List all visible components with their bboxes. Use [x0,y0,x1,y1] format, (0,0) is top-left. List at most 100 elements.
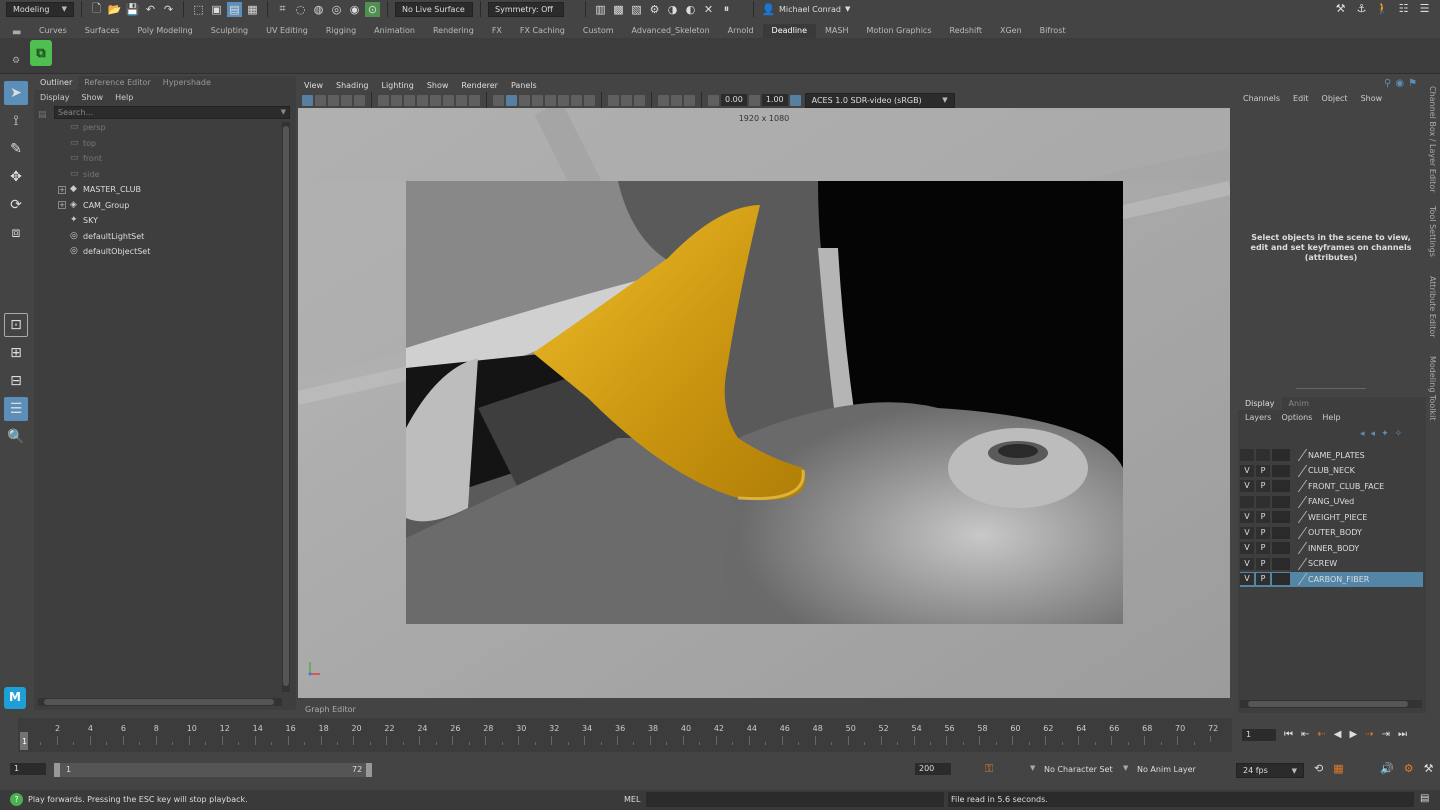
script-editor-icon[interactable]: ▤ [1420,793,1429,804]
viewport-menu-panels[interactable]: Panels [511,81,537,90]
exposure-icon[interactable] [708,94,719,106]
outliner-item[interactable]: + ◈ CAM_Group [44,198,296,214]
ipr-render-icon[interactable]: ▧ [629,2,644,17]
tab-outliner[interactable]: Outliner [34,76,79,90]
outliner-scroll-thumb[interactable] [283,126,289,686]
render-view-icon[interactable]: ▥ [593,2,608,17]
user-account-dropdown[interactable]: Michael Conrad ▼ [779,5,850,14]
xray-joints-icon[interactable] [634,94,645,106]
save-scene-icon[interactable]: 💾 [125,2,140,17]
layer-hscrollbar[interactable] [1240,700,1422,708]
select-hierarchy-icon[interactable]: ⬚ [191,2,206,17]
settings-icon[interactable]: ⚒ [1424,762,1434,775]
go-to-start-icon[interactable]: ⏮ [1284,729,1293,740]
shelf-tab[interactable]: Sculpting [202,24,257,38]
snap-live-icon[interactable]: ⊙ [365,1,380,17]
layer-visibility-toggle[interactable]: V [1240,464,1254,477]
select-object-icon[interactable]: ▣ [209,2,224,17]
hud-icon[interactable] [671,94,682,106]
outliner-menu-display[interactable]: Display [40,93,70,102]
layer-color-swatch[interactable] [1272,495,1290,508]
layer-visibility-toggle[interactable]: V [1240,526,1254,539]
ambient-occlusion-icon[interactable] [584,94,595,106]
snap-curve-icon[interactable]: ◌ [293,2,308,17]
side-tab-modeling-toolkit[interactable]: Modeling Toolkit [1428,356,1437,420]
camera-attributes-icon[interactable] [315,94,326,106]
cache-playback-icon[interactable]: ▦ [1333,762,1343,775]
shelf-options-icon[interactable]: ⚙ [12,56,20,66]
step-forward-key-icon[interactable]: ⇥ [1382,729,1390,740]
shelf-tab[interactable]: Bifrost [1031,24,1075,38]
smooth-shade-icon[interactable] [506,94,517,106]
layer-playback-toggle[interactable]: P [1256,511,1270,524]
color-management-icon[interactable] [789,94,801,106]
fps-dropdown[interactable]: 24 fps ▼ [1236,763,1304,778]
exposure-field[interactable]: 0.00 [721,94,747,106]
gamma-field[interactable]: 1.00 [761,94,788,106]
textured-icon[interactable] [545,94,556,106]
play-backwards-icon[interactable]: ◀ [1334,729,1342,740]
current-frame-field[interactable]: 1 [1242,729,1276,741]
field-chart-icon[interactable] [443,94,454,106]
arnold-render-icon[interactable]: ◐ [683,2,698,17]
layer-visibility-toggle[interactable]: V [1240,480,1254,493]
human-ik-icon[interactable]: 🚶 [1375,1,1390,16]
lasso-tool-icon[interactable]: ⟟ [4,109,28,133]
lock-selection-icon[interactable]: ▦ [245,2,260,17]
layer-visibility-toggle[interactable]: V [1240,511,1254,524]
layer-color-swatch[interactable] [1272,511,1290,524]
anim-prefs-icon[interactable]: ⚙ [1404,762,1414,775]
shelf-tab[interactable]: Advanced_Skeleton [623,24,719,38]
grease-pencil-icon[interactable] [378,94,389,106]
layer-playback-toggle[interactable]: P [1256,557,1270,570]
motion-blur-icon[interactable] [684,94,695,106]
step-back-frame-icon[interactable]: ⇠ [1317,729,1325,740]
go-to-end-icon[interactable]: ⏭ [1398,729,1407,740]
bookmarks-icon[interactable] [328,94,339,106]
pause-render-icon[interactable]: ⏸ [719,2,734,17]
side-tab-attribute-editor[interactable]: Attribute Editor [1428,276,1437,338]
live-surface-field[interactable]: No Live Surface [395,1,473,17]
redo-icon[interactable]: ↷ [161,2,176,17]
viewport[interactable]: 1920 x 1080 [298,108,1230,698]
move-layer-down-icon[interactable]: ◂ [1371,429,1376,439]
layer-playback-toggle[interactable] [1256,495,1270,508]
outliner-layout-icon[interactable]: ☰ [4,397,28,421]
shelf-tab[interactable]: FX Caching [511,24,574,38]
outliner-scrollbar[interactable] [282,122,290,692]
layer-row[interactable]: NAME_PLATES [1240,448,1423,463]
side-tab-tool-settings[interactable]: Tool Settings [1428,206,1437,257]
outliner-menu-show[interactable]: Show [82,93,104,102]
render-settings-icon[interactable]: ⚙ [647,2,662,17]
range-slider[interactable]: 1 72 [54,763,372,777]
layer-visibility-toggle[interactable] [1240,495,1254,508]
shelf-tab[interactable]: Poly Modeling [128,24,201,38]
layer-color-swatch[interactable] [1272,557,1290,570]
graph-editor-tab[interactable]: Graph Editor [298,703,1230,717]
wireframe-on-shaded-icon[interactable] [532,94,543,106]
viewport-menu-renderer[interactable]: Renderer [461,81,498,90]
layer-row[interactable]: V P CARBON_FIBER [1240,572,1423,587]
shelf-tab[interactable]: Animation [365,24,424,38]
rotate-tool-icon[interactable]: ⟳ [4,193,28,217]
outliner-item[interactable]: ▭ top [44,136,296,152]
channel-menu-show[interactable]: Show [1361,94,1383,103]
shelf-tab[interactable]: FX [483,24,511,38]
layer-playback-toggle[interactable]: P [1256,480,1270,493]
tab-anim-layers[interactable]: Anim [1282,397,1317,410]
play-forwards-icon[interactable]: ▶ [1349,729,1357,740]
layer-playback-toggle[interactable]: P [1256,526,1270,539]
step-back-key-icon[interactable]: ⇤ [1301,729,1309,740]
gate-mask-icon[interactable] [430,94,441,106]
layer-playback-toggle[interactable]: P [1256,464,1270,477]
layer-playback-toggle[interactable]: P [1256,542,1270,555]
shelf-tab[interactable]: Curves [30,24,76,38]
layer-color-swatch[interactable] [1272,542,1290,555]
outliner-item[interactable]: + ◆ MASTER_CLUB [44,182,296,198]
deadline-submit-shelf-button[interactable]: ⧉ [30,40,52,66]
shelf-tab[interactable]: Custom [574,24,623,38]
tab-display-layers[interactable]: Display [1238,397,1282,410]
anim-layer-dropdown[interactable]: No Anim Layer [1137,765,1196,774]
workspace-icon[interactable]: ⚒ [1333,1,1348,16]
image-plane-icon[interactable] [341,94,352,106]
